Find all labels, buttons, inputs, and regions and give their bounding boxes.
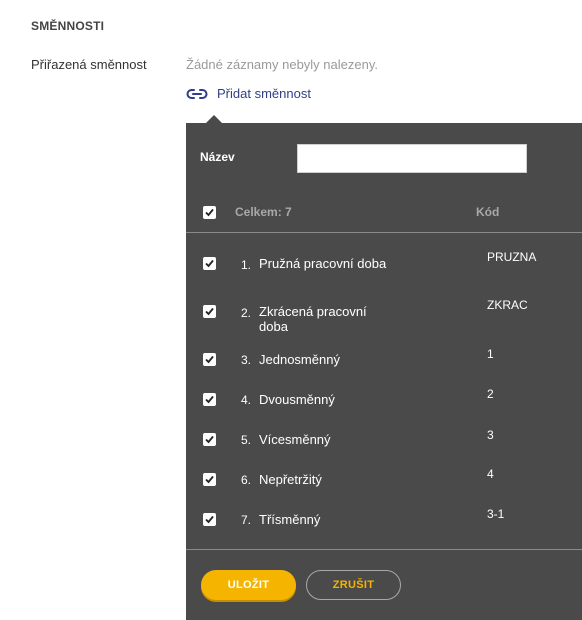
code-column-header: Kód	[476, 205, 500, 219]
row-number: 7.	[240, 513, 251, 527]
check-icon	[205, 435, 214, 444]
check-icon	[205, 355, 214, 364]
check-icon	[205, 208, 214, 217]
footer-divider	[186, 549, 582, 550]
row-name: Nepřetržitý	[259, 472, 322, 487]
assigned-shift-label: Přiřazená směnnost	[31, 57, 147, 72]
empty-message: Žádné záznamy nebyly nalezeny.	[186, 57, 378, 72]
row-name: Pružná pracovní doba	[259, 256, 387, 271]
row-name: Zkrácená pracovní doba	[259, 304, 367, 334]
row-number: 2.	[240, 306, 251, 320]
row-name: Vícesměnný	[259, 432, 331, 447]
page: SMĚNNOSTI Přiřazená směnnost Žádné zázna…	[0, 0, 582, 620]
add-shift-link[interactable]: Přidat směnnost	[186, 86, 311, 101]
row-checkbox[interactable]	[203, 305, 216, 318]
row-code: ZKRAC	[487, 298, 528, 312]
row-checkbox[interactable]	[203, 393, 216, 406]
row-code: 3-1	[487, 507, 505, 521]
section-title: SMĚNNOSTI	[31, 19, 105, 33]
total-count-header: Celkem: 7	[235, 205, 292, 219]
cancel-button[interactable]: ZRUŠIT	[306, 570, 401, 600]
row-code: 3	[487, 428, 494, 442]
row-code: 2	[487, 387, 494, 401]
row-number: 3.	[240, 353, 251, 367]
row-checkbox[interactable]	[203, 473, 216, 486]
row-checkbox[interactable]	[203, 513, 216, 526]
row-checkbox[interactable]	[203, 257, 216, 270]
row-code: PRUZNA	[487, 250, 537, 264]
row-name: Dvousměnný	[259, 392, 335, 407]
check-icon	[205, 259, 214, 268]
name-filter-input[interactable]	[297, 144, 527, 173]
select-all-checkbox[interactable]	[203, 206, 216, 219]
link-icon	[186, 88, 208, 100]
name-filter-label: Název	[200, 150, 235, 164]
popup-arrow	[206, 115, 222, 123]
row-number: 6.	[240, 473, 251, 487]
save-button[interactable]: ULOŽIT	[201, 570, 296, 600]
row-code: 1	[487, 347, 494, 361]
row-name: Třísměnný	[259, 512, 321, 527]
row-name: Jednosměnný	[259, 352, 340, 367]
shift-selector-popup: Název Celkem: 7 Kód 1. Pružná pracovní d…	[186, 115, 582, 620]
header-divider	[186, 232, 582, 233]
row-number: 4.	[240, 393, 251, 407]
row-checkbox[interactable]	[203, 433, 216, 446]
row-number: 1.	[240, 258, 251, 272]
add-shift-link-label: Přidat směnnost	[217, 86, 311, 101]
check-icon	[205, 395, 214, 404]
row-number: 5.	[240, 433, 251, 447]
row-code: 4	[487, 467, 494, 481]
check-icon	[205, 475, 214, 484]
check-icon	[205, 515, 214, 524]
check-icon	[205, 307, 214, 316]
row-checkbox[interactable]	[203, 353, 216, 366]
